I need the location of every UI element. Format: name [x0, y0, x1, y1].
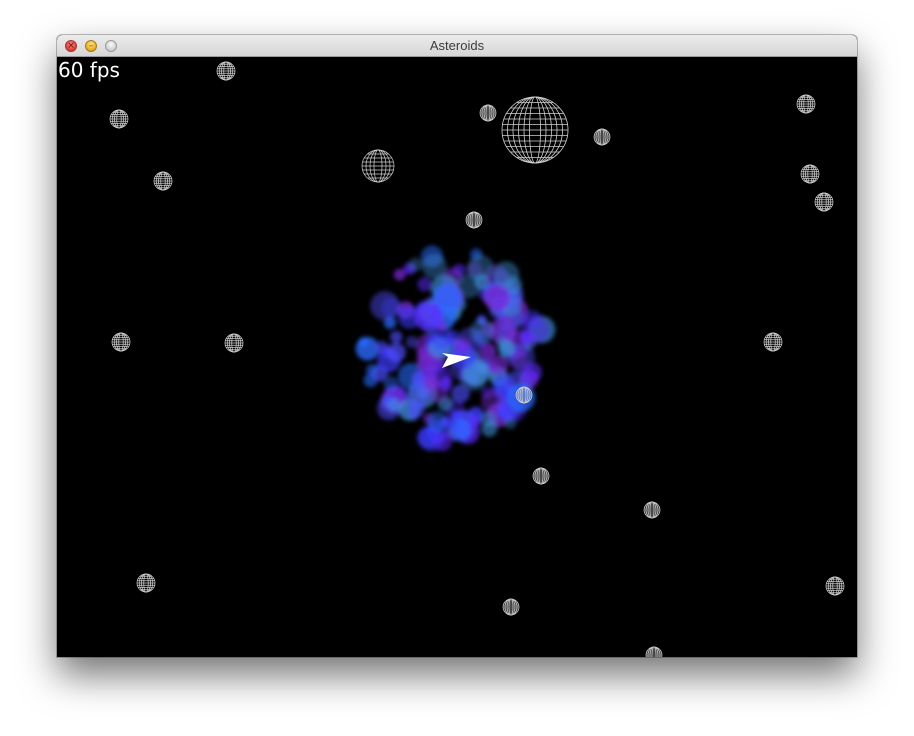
asteroid: [814, 192, 834, 212]
particle: [497, 403, 515, 421]
asteroid: [825, 576, 845, 596]
particle: [393, 268, 406, 281]
asteroid: [800, 164, 820, 184]
particle: [414, 301, 444, 332]
particle: [365, 364, 379, 377]
particle: [408, 410, 419, 422]
asteroid: [111, 332, 131, 352]
particle: [453, 337, 473, 356]
particle: [487, 361, 501, 375]
asteroid: [361, 149, 395, 183]
particle: [417, 353, 439, 375]
asteroid: [224, 333, 244, 353]
particle: [405, 335, 418, 348]
particle: [417, 277, 433, 292]
particle: [483, 284, 510, 311]
game-canvas[interactable]: 60 fps: [57, 57, 857, 657]
particle: [522, 362, 542, 383]
window-title: Asteroids: [429, 38, 485, 53]
particle: [467, 255, 494, 281]
asteroid: [643, 501, 661, 519]
particle: [445, 417, 459, 431]
particle: [390, 330, 403, 344]
explosion-particles: [355, 245, 556, 452]
particle: [422, 374, 440, 391]
particle: [481, 420, 498, 437]
particle: [370, 291, 400, 321]
particle: [470, 319, 495, 344]
particle: [408, 257, 423, 272]
asteroid: [502, 598, 520, 616]
asteroid: [479, 104, 497, 122]
particle: [433, 432, 452, 452]
title-bar[interactable]: × – Asteroids: [57, 35, 857, 57]
fps-counter: 60 fps: [58, 58, 120, 82]
particle: [451, 384, 470, 403]
asteroid: [109, 109, 129, 129]
asteroid: [216, 61, 236, 81]
particle: [383, 376, 399, 392]
asteroid: [763, 332, 783, 352]
asteroid: [593, 128, 611, 146]
asteroid: [465, 211, 483, 229]
game-window: × – Asteroids 60 fps: [57, 35, 857, 657]
particle: [496, 337, 508, 349]
particle: [493, 261, 520, 288]
asteroid: [153, 171, 173, 191]
particle: [469, 414, 482, 428]
particle: [519, 330, 535, 346]
asteroid: [532, 467, 550, 485]
particle: [426, 411, 448, 433]
particle: [358, 337, 369, 348]
asteroid: [645, 646, 663, 657]
particle: [439, 378, 452, 392]
particle: [421, 253, 447, 279]
asteroid: [796, 94, 816, 114]
asteroid: [136, 573, 156, 593]
game-scene: [109, 61, 845, 657]
asteroid: [501, 96, 569, 164]
particle: [386, 342, 406, 363]
